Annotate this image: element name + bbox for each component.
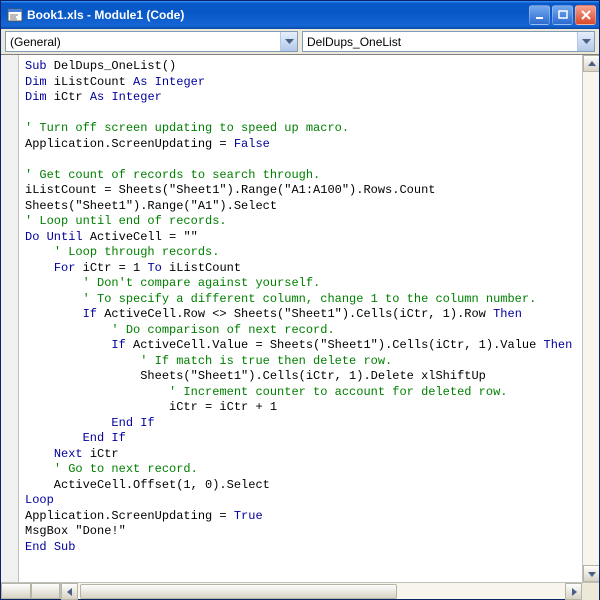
scroll-left-button[interactable] bbox=[61, 583, 78, 600]
view-mode-buttons bbox=[1, 583, 61, 599]
code-editor[interactable]: Sub DelDups_OneList() Dim iListCount As … bbox=[19, 55, 582, 582]
scroll-thumb[interactable] bbox=[80, 584, 397, 599]
procedure-dropdown[interactable]: DelDups_OneList bbox=[302, 31, 595, 52]
procedure-dropdown-value: DelDups_OneList bbox=[307, 35, 577, 49]
horizontal-scrollbar[interactable] bbox=[78, 583, 565, 599]
full-module-view-button[interactable] bbox=[31, 583, 61, 599]
object-dropdown-value: (General) bbox=[10, 35, 280, 49]
scroll-right-button[interactable] bbox=[565, 583, 582, 600]
window-controls bbox=[529, 5, 596, 25]
object-dropdown[interactable]: (General) bbox=[5, 31, 298, 52]
procedure-view-button[interactable] bbox=[1, 583, 31, 599]
chevron-down-icon bbox=[577, 32, 594, 51]
minimize-button[interactable] bbox=[529, 5, 550, 25]
editor-gutter bbox=[1, 55, 19, 582]
editor-area: Sub DelDups_OneList() Dim iListCount As … bbox=[1, 55, 599, 582]
scroll-down-button[interactable] bbox=[583, 565, 599, 582]
window-title: Book1.xls - Module1 (Code) bbox=[27, 8, 529, 22]
chevron-down-icon bbox=[280, 32, 297, 51]
resize-grip[interactable] bbox=[582, 583, 599, 600]
vertical-scrollbar[interactable] bbox=[582, 55, 599, 582]
bottom-bar bbox=[1, 582, 599, 599]
titlebar[interactable]: Book1.xls - Module1 (Code) bbox=[1, 1, 599, 29]
scroll-track[interactable] bbox=[583, 72, 599, 565]
code-window: Book1.xls - Module1 (Code) (General) Del… bbox=[0, 0, 600, 600]
close-button[interactable] bbox=[575, 5, 596, 25]
dropdown-bar: (General) DelDups_OneList bbox=[1, 29, 599, 55]
scroll-up-button[interactable] bbox=[583, 55, 599, 72]
module-icon bbox=[7, 7, 23, 23]
maximize-button[interactable] bbox=[552, 5, 573, 25]
